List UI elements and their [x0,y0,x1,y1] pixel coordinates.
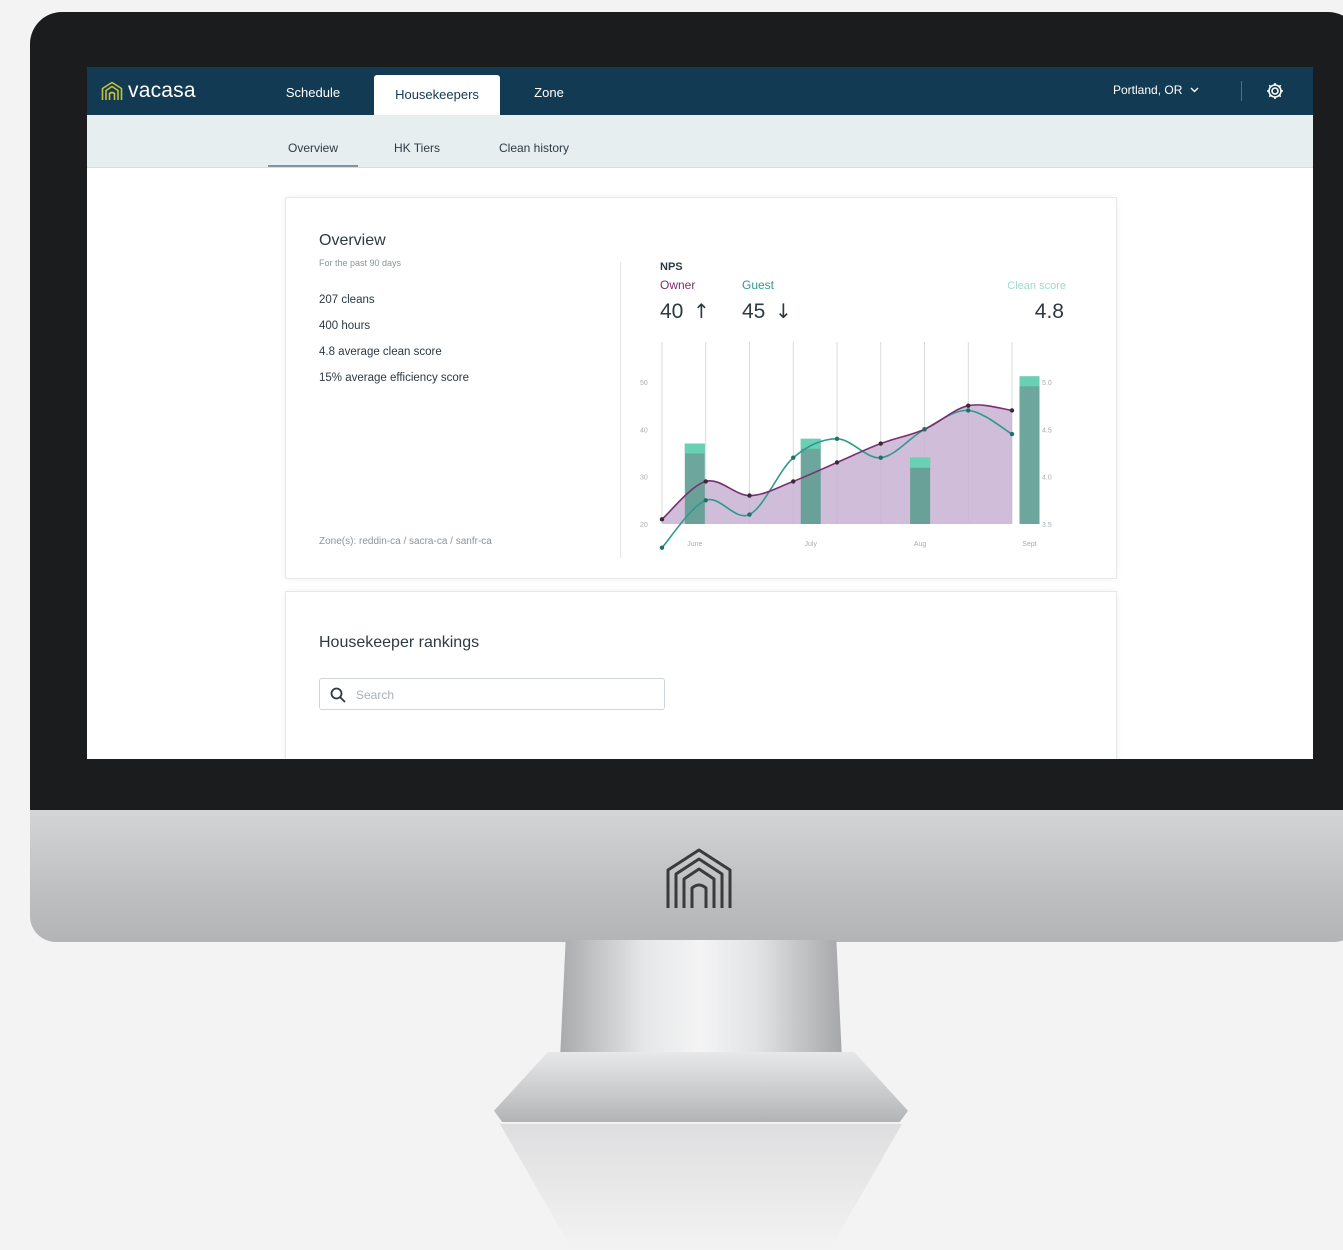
rankings-title: Housekeeper rankings [319,634,480,651]
owner-point [703,479,708,484]
stat-clean-score: 4.8 average clean score [319,346,442,358]
chart-title: NPS [660,261,683,273]
x-tick-label: Sept [1022,541,1036,548]
owner-point [1009,408,1015,413]
monitor-foot [494,1052,908,1122]
gear-icon[interactable] [1265,81,1285,101]
guest-point [878,455,883,460]
guest-nps-value: 45 [742,300,765,323]
owner-point [791,479,796,484]
top-nav-bar: vacasa Schedule Housekeepers Zone Portla… [87,67,1313,115]
clean-score-value: 4.8 [1035,300,1064,323]
guest-point [747,512,752,517]
guest-point [1009,431,1015,437]
owner-point [834,460,840,465]
stat-cleans: 207 cleans [319,294,375,306]
search-icon [330,687,346,703]
overview-title: Overview [319,232,386,249]
guest-point [834,436,840,441]
zones-label: Zone(s): reddin-ca / sacra-ca / sanfr-ca [319,536,492,547]
stat-efficiency: 15% average efficiency score [319,372,470,384]
guest-point [922,427,927,432]
location-label: Portland, OR [1113,83,1183,97]
clean-score-bar-cap [1019,376,1040,387]
y-right-tick-label: 5.0 [1042,380,1052,387]
house-logo-icon [101,81,123,100]
x-tick-label: Aug [914,541,927,548]
tab-schedule[interactable]: Schedule [269,67,357,115]
y-left-tick-label: 20 [640,522,648,529]
search-input[interactable] [354,679,658,711]
clean-score-bar [800,438,821,524]
subtab-overview[interactable]: Overview [268,115,358,167]
monitor-neck [560,940,842,1060]
clean-score-label: Clean score [1007,280,1066,292]
subtab-hk-tiers[interactable]: HK Tiers [377,115,457,167]
owner-nps-value: 40 [660,300,683,323]
owner-label: Owner [660,278,695,292]
owner-point [659,517,665,522]
brand-name: vacasa [128,79,196,102]
clean-score-bar [1019,376,1040,524]
overview-card: Overview For the past 90 days 207 cleans… [285,197,1117,579]
monitor-foot-reflection [500,1124,902,1250]
y-left-tick-label: 40 [640,427,648,434]
owner-trend-icon: ↑ [693,299,710,323]
app-screen: vacasa Schedule Housekeepers Zone Portla… [87,67,1313,759]
y-right-tick-label: 4.0 [1042,475,1052,482]
overview-divider [620,262,621,558]
tab-zone[interactable]: Zone [509,67,589,115]
clean-score-bar-cap [684,443,705,454]
nav-divider [1241,81,1242,101]
overview-subtitle: For the past 90 days [319,258,402,268]
owner-point [878,441,883,446]
guest-point [703,498,708,503]
y-right-tick-label: 3.5 [1042,522,1052,529]
tab-housekeepers[interactable]: Housekeepers [374,75,500,115]
guest-point [659,545,665,550]
y-left-tick-label: 30 [640,475,648,482]
guest-label: Guest [742,278,775,292]
rankings-card: Housekeeper rankings [285,591,1117,759]
owner-point [747,493,752,498]
house-logo-icon [666,848,732,908]
nps-chart: NPS Owner Guest Clean score 40 ↑ 45 ↓ 4.… [640,261,1066,550]
subtab-clean-history[interactable]: Clean history [484,115,584,167]
x-tick-label: July [805,541,818,548]
brand-logo[interactable]: vacasa [101,79,196,103]
owner-point [966,403,971,408]
location-selector[interactable]: Portland, OR [1113,83,1199,97]
clean-score-bar-cap [910,457,931,468]
guest-trend-icon: ↓ [775,299,792,323]
y-left-tick-label: 50 [640,380,648,387]
sub-nav-bar: Overview HK Tiers Clean history [87,115,1313,168]
y-right-tick-label: 4.5 [1042,427,1052,434]
search-box[interactable] [319,678,665,711]
guest-point [966,408,971,413]
clean-score-bar-cap [800,438,821,449]
guest-point [791,455,796,460]
chevron-down-icon [1190,87,1199,93]
x-tick-label: June [687,541,702,548]
stat-hours: 400 hours [319,320,371,332]
